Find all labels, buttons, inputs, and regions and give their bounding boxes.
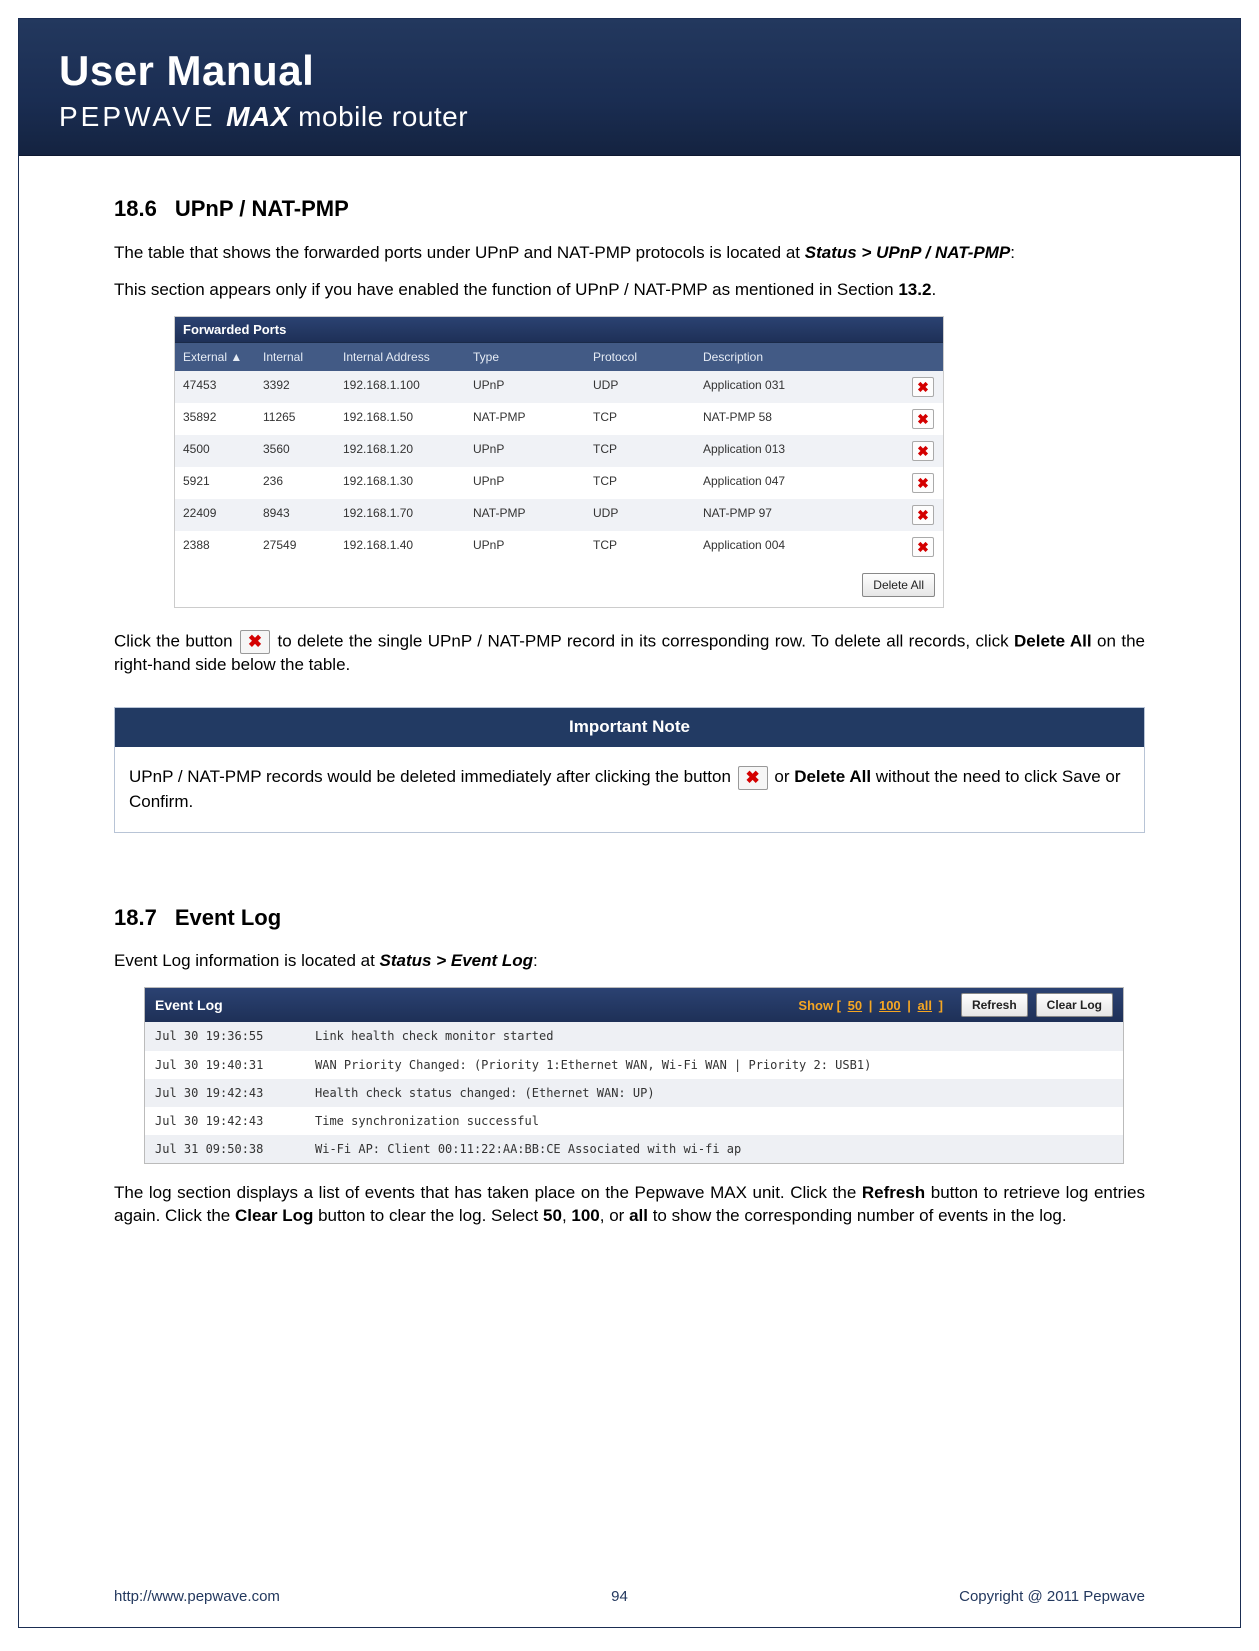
section-186-heading: 18.6 UPnP / NAT-PMP [114,194,1145,224]
table-row: 22409 8943 192.168.1.70 NAT-PMP UDP NAT-… [175,499,943,531]
section-187-heading: 18.7 Event Log [114,903,1145,933]
para-186-2: This section appears only if you have en… [114,279,1145,302]
forwarded-ports-body: 47453 3392 192.168.1.100 UPnP UDP Applic… [175,371,943,563]
col-action [903,343,943,371]
show-50-link[interactable]: 50 [848,998,862,1013]
important-note-body: UPnP / NAT-PMP records would be deleted … [115,747,1144,831]
para-186-1: The table that shows the forwarded ports… [114,242,1145,265]
list-item: Jul 30 19:40:31WAN Priority Changed: (Pr… [145,1051,1123,1079]
footer-copyright: Copyright @ 2011 Pepwave [959,1588,1145,1605]
footer-page: 94 [611,1588,628,1605]
section-186-title: UPnP / NAT-PMP [175,196,349,221]
list-item: Jul 30 19:42:43Time synchronization succ… [145,1107,1123,1135]
refresh-button[interactable]: Refresh [961,993,1028,1017]
delete-icon: ✖ [240,630,270,654]
forwarded-ports-panel: Forwarded Ports External ▲ Internal Inte… [174,316,944,609]
delete-icon: ✖ [738,766,768,790]
forwarded-ports-title: Forwarded Ports [175,317,943,344]
footer-url: http://www.pepwave.com [114,1588,280,1605]
para-186-3: Click the button ✖ to delete the single … [114,630,1145,677]
list-item: Jul 30 19:42:43Health check status chang… [145,1079,1123,1107]
show-100-link[interactable]: 100 [879,998,901,1013]
brand-max: MAX [226,101,290,132]
event-log-titlebar: Event Log Show [ 50 | 100 | all ] Refres… [145,988,1123,1022]
content: 18.6 UPnP / NAT-PMP The table that shows … [19,156,1240,1262]
forwarded-ports-header-row: External ▲ Internal Internal Address Typ… [175,343,943,371]
manual-title: User Manual [59,47,1200,95]
delete-row-button[interactable]: ✖ [912,537,934,557]
delete-row-button[interactable]: ✖ [912,409,934,429]
brand-mobile-router: mobile router [290,101,468,132]
section-187-num: 18.7 [114,905,157,930]
col-internal[interactable]: Internal [255,343,335,371]
col-external[interactable]: External ▲ [175,343,255,371]
event-log-show: Show [ 50 | 100 | all ] [798,997,943,1015]
forwarded-ports-footer: Delete All [175,563,943,607]
event-log-panel: Event Log Show [ 50 | 100 | all ] Refres… [144,987,1124,1164]
important-note-title: Important Note [115,708,1144,747]
delete-row-button[interactable]: ✖ [912,441,934,461]
brand-pepwave: PEPWAVE [59,101,226,132]
col-protocol[interactable]: Protocol [585,343,695,371]
event-log-body: Jul 30 19:36:55Link health check monitor… [145,1022,1123,1163]
table-row: 2388 27549 192.168.1.40 UPnP TCP Applica… [175,531,943,563]
delete-row-button[interactable]: ✖ [912,473,934,493]
table-row: 35892 11265 192.168.1.50 NAT-PMP TCP NAT… [175,403,943,435]
col-description[interactable]: Description [695,343,903,371]
para-187-1: Event Log information is located at Stat… [114,950,1145,973]
section-186-num: 18.6 [114,196,157,221]
show-all-link[interactable]: all [918,998,932,1013]
delete-row-button[interactable]: ✖ [912,377,934,397]
list-item: Jul 30 19:36:55Link health check monitor… [145,1022,1123,1050]
list-item: Jul 31 09:50:38Wi-Fi AP: Client 00:11:22… [145,1135,1123,1163]
delete-all-button[interactable]: Delete All [862,573,935,597]
clear-log-button[interactable]: Clear Log [1036,993,1113,1017]
table-row: 47453 3392 192.168.1.100 UPnP UDP Applic… [175,371,943,403]
table-row: 5921 236 192.168.1.30 UPnP TCP Applicati… [175,467,943,499]
event-log-title: Event Log [155,996,223,1015]
table-row: 4500 3560 192.168.1.20 UPnP TCP Applicat… [175,435,943,467]
section-187-title: Event Log [175,905,281,930]
col-type[interactable]: Type [465,343,585,371]
page: User Manual PEPWAVE MAX mobile router 18… [18,18,1241,1628]
manual-subtitle: PEPWAVE MAX mobile router [59,101,1200,133]
col-internal-address[interactable]: Internal Address [335,343,465,371]
para-187-2: The log section displays a list of event… [114,1182,1145,1228]
page-footer: http://www.pepwave.com 94 Copyright @ 20… [19,1588,1240,1605]
important-note-box: Important Note UPnP / NAT-PMP records wo… [114,707,1145,832]
header: User Manual PEPWAVE MAX mobile router [19,19,1240,156]
delete-row-button[interactable]: ✖ [912,505,934,525]
